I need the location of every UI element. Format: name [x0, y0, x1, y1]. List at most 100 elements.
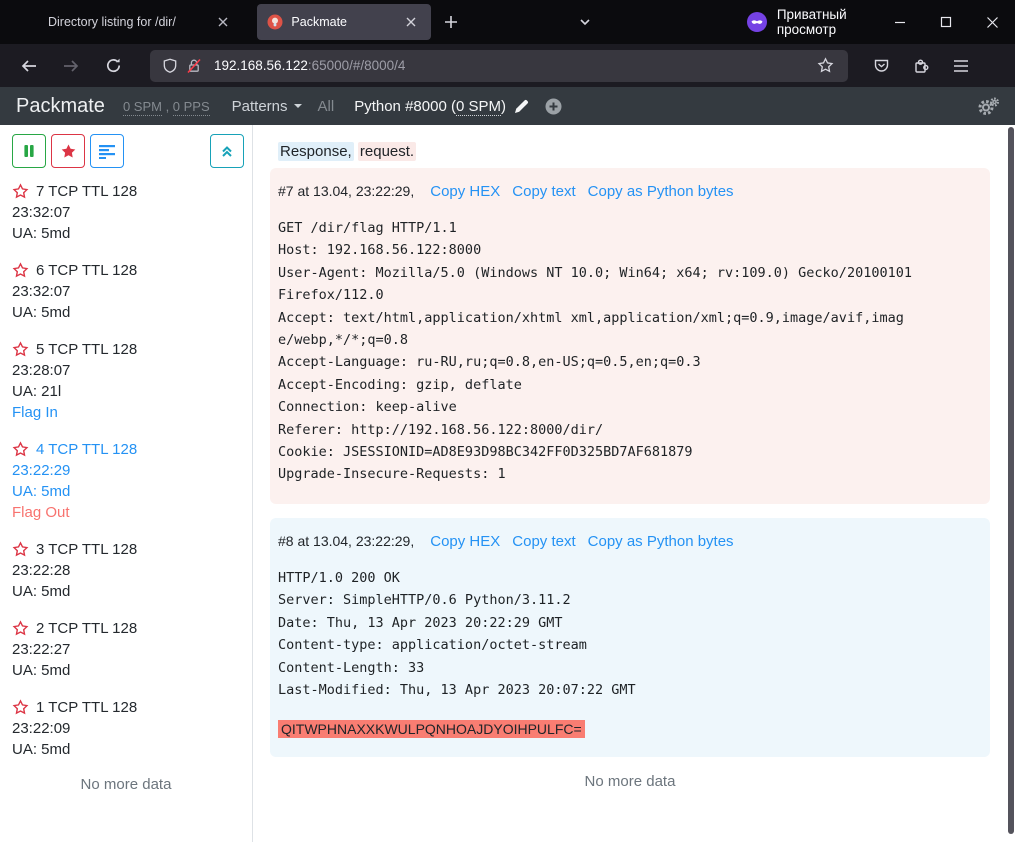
tracking-shield-icon[interactable] [158, 54, 182, 78]
window-maximize-button[interactable] [923, 2, 969, 42]
menu-hamburger-icon[interactable] [946, 51, 976, 81]
stream-item-7[interactable]: 7 TCP TTL 128 23:32:07 UA: 5md [12, 181, 240, 244]
page-scrollbar[interactable] [1008, 127, 1014, 834]
tab-packmate[interactable]: Packmate [257, 4, 430, 40]
star-outline-icon[interactable] [12, 620, 29, 637]
star-outline-icon[interactable] [12, 699, 29, 716]
list-view-button[interactable] [90, 134, 124, 168]
tab-title: Packmate [291, 15, 400, 29]
request-body: GET /dir/flag HTTP/1.1 Host: 192.168.56.… [278, 217, 915, 486]
filter-all[interactable]: All [318, 98, 335, 115]
copy-python-link[interactable]: Copy as Python bytes [588, 529, 734, 555]
traffic-stats: 0 SPM , 0 PPS [123, 99, 210, 114]
patterns-dropdown[interactable]: Patterns [232, 98, 302, 115]
tab-close-icon[interactable] [401, 12, 421, 32]
flag-out-link[interactable]: Flag Out [12, 502, 240, 523]
legend: Response, request. [278, 143, 990, 160]
back-button[interactable] [14, 51, 44, 81]
new-tab-button[interactable] [439, 7, 463, 37]
bookmark-star-icon[interactable] [810, 51, 840, 81]
sidebar-no-more-data: No more data [12, 776, 240, 793]
flag-in-link[interactable]: Flag In [12, 402, 240, 423]
stream-ua: UA: 5md [12, 223, 240, 244]
brand-packmate[interactable]: Packmate [16, 95, 105, 118]
packmate-favicon-icon [267, 14, 283, 30]
settings-gears-icon[interactable] [977, 97, 999, 116]
stream-ua: UA: 5md [12, 481, 240, 502]
copy-hex-link[interactable]: Copy HEX [430, 179, 500, 205]
service-selector[interactable]: Python #8000 (0 SPM) [354, 98, 562, 115]
window-minimize-button[interactable] [877, 2, 923, 42]
url-text[interactable]: 192.168.56.122:65000/#/8000/4 [214, 58, 810, 73]
pattern-match-highlight: QITWPHNAXXKWULPQNHOAJDYOIHPULFC= [278, 720, 585, 738]
copy-text-link[interactable]: Copy text [512, 529, 575, 555]
forward-button[interactable] [56, 51, 86, 81]
request-packet-card: #7 at 13.04, 23:22:29, Copy HEX Copy tex… [270, 168, 990, 504]
stream-title: 4 TCP TTL 128 [36, 439, 137, 460]
stream-ua: UA: 5md [12, 581, 240, 602]
caret-down-icon [294, 104, 302, 108]
extensions-puzzle-icon[interactable] [906, 51, 936, 81]
copy-text-link[interactable]: Copy text [512, 179, 575, 205]
pattern-match-line: QITWPHNAXXKWULPQNHOAJDYOIHPULFC= [278, 721, 980, 739]
private-browsing-badge: Приватный просмотр [747, 7, 877, 37]
stream-time: 23:22:28 [12, 560, 240, 581]
pocket-icon[interactable] [866, 51, 896, 81]
stream-time: 23:22:09 [12, 718, 240, 739]
stream-ua: UA: 5md [12, 302, 240, 323]
private-browsing-label: Приватный просмотр [777, 7, 877, 37]
stream-time: 23:28:07 [12, 360, 240, 381]
stream-time: 23:32:07 [12, 202, 240, 223]
browser-titlebar: Directory listing for /dir/ Packmate [0, 0, 1015, 44]
add-service-icon[interactable] [545, 98, 562, 115]
packet-header: #8 at 13.04, 23:22:29, [278, 528, 414, 554]
packet-view: Response, request. #7 at 13.04, 23:22:29… [254, 125, 1007, 842]
pause-capture-button[interactable] [12, 134, 46, 168]
stream-item-6[interactable]: 6 TCP TTL 128 23:32:07 UA: 5md [12, 260, 240, 323]
stream-item-5[interactable]: 5 TCP TTL 128 23:28:07 UA: 21l Flag In [12, 339, 240, 423]
stream-title: 7 TCP TTL 128 [36, 181, 137, 202]
stream-ua: UA: 21l [12, 381, 240, 402]
insecure-lock-icon[interactable] [182, 54, 206, 78]
stream-title: 2 TCP TTL 128 [36, 618, 137, 639]
edit-pencil-icon[interactable] [514, 99, 529, 114]
stream-item-3[interactable]: 3 TCP TTL 128 23:22:28 UA: 5md [12, 539, 240, 602]
stream-title: 3 TCP TTL 128 [36, 539, 137, 560]
star-outline-icon[interactable] [12, 183, 29, 200]
response-packet-card: #8 at 13.04, 23:22:29, Copy HEX Copy tex… [270, 518, 990, 757]
streams-sidebar: 7 TCP TTL 128 23:32:07 UA: 5md 6 TCP TTL… [0, 125, 253, 842]
star-outline-icon[interactable] [12, 441, 29, 458]
tab-title: Directory listing for /dir/ [48, 15, 213, 29]
star-outline-icon[interactable] [12, 341, 29, 358]
star-outline-icon[interactable] [12, 541, 29, 558]
url-bar[interactable]: 192.168.56.122:65000/#/8000/4 [150, 50, 848, 82]
main-no-more-data: No more data [270, 773, 990, 790]
stream-time: 23:22:27 [12, 639, 240, 660]
tab-directory-listing[interactable]: Directory listing for /dir/ [38, 4, 243, 40]
copy-hex-link[interactable]: Copy HEX [430, 529, 500, 555]
tab-list-chevron-icon[interactable] [573, 7, 597, 37]
stream-title: 5 TCP TTL 128 [36, 339, 137, 360]
stream-title: 6 TCP TTL 128 [36, 260, 137, 281]
stream-title: 1 TCP TTL 128 [36, 697, 137, 718]
legend-request: request. [358, 142, 416, 161]
star-outline-icon[interactable] [12, 262, 29, 279]
stream-item-1[interactable]: 1 TCP TTL 128 23:22:09 UA: 5md [12, 697, 240, 760]
stream-item-4-selected[interactable]: 4 TCP TTL 128 23:22:29 UA: 5md Flag Out [12, 439, 240, 523]
favorites-filter-button[interactable] [51, 134, 85, 168]
copy-python-link[interactable]: Copy as Python bytes [588, 179, 734, 205]
response-body: HTTP/1.0 200 OK Server: SimpleHTTP/0.6 P… [278, 567, 915, 701]
legend-response: Response, [278, 142, 354, 161]
stream-ua: UA: 5md [12, 739, 240, 760]
collapse-up-button[interactable] [210, 134, 244, 168]
packmate-navbar: Packmate 0 SPM , 0 PPS Patterns All Pyth… [0, 87, 1015, 125]
browser-toolbar: 192.168.56.122:65000/#/8000/4 [0, 44, 1015, 87]
stream-list: 7 TCP TTL 128 23:32:07 UA: 5md 6 TCP TTL… [12, 181, 240, 793]
window-close-button[interactable] [969, 2, 1015, 42]
tab-close-icon[interactable] [213, 12, 233, 32]
reload-button[interactable] [98, 51, 128, 81]
private-mask-icon [747, 12, 767, 32]
stream-item-2[interactable]: 2 TCP TTL 128 23:22:27 UA: 5md [12, 618, 240, 681]
stream-ua: UA: 5md [12, 660, 240, 681]
stream-time: 23:32:07 [12, 281, 240, 302]
